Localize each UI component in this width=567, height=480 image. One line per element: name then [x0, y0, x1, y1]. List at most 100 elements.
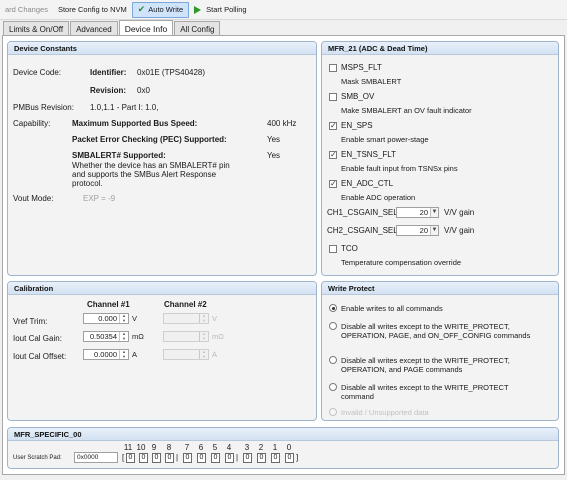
smbalert-label: SMBALERT# Supported:: [72, 151, 166, 160]
smb-ov-desc: Make SMBALERT an OV fault indicator: [341, 106, 472, 115]
msps-flt-checkbox[interactable]: [329, 64, 337, 72]
channel1-header: Channel #1: [87, 300, 130, 309]
smbalert-desc-1: Whether the device has an SMBALERT# pin: [72, 161, 230, 170]
capability-label: Capability:: [13, 119, 51, 128]
bit-6-number: 6: [198, 443, 204, 452]
device-constants-title: Device Constants: [8, 42, 316, 55]
wp-option-enable-all-label: Enable writes to all commands: [341, 304, 443, 313]
en-tsns-flt-checkbox[interactable]: [329, 150, 337, 159]
iout-cal-gain-ch2-input: ▲ ▼: [163, 331, 209, 342]
bit-7-toggle[interactable]: 0: [183, 453, 192, 463]
revision-label: Revision:: [90, 86, 127, 95]
mfr21-panel: MFR_21 (ADC & Dead Time) MSPS_FLT Mask S…: [321, 41, 559, 276]
check-icon: ✔: [137, 4, 146, 14]
bit-4-toggle[interactable]: 0: [225, 453, 234, 463]
wp-option-page-line1: Disable all writes except to the WRITE_P…: [341, 356, 510, 365]
smb-ov-label: SMB_OV: [341, 92, 375, 101]
wp-option-onoff-line2: OPERATION, PAGE, and ON_OFF_CONFIG comma…: [341, 331, 531, 340]
ch1-csgain-label: CH1_CSGAIN_SEL:: [327, 208, 400, 217]
bit-5-toggle[interactable]: 0: [211, 453, 220, 463]
bit-5-number: 5: [212, 443, 218, 452]
bit-1-toggle[interactable]: 0: [271, 453, 280, 463]
bit-1-number: 1: [272, 443, 278, 452]
bit-2-toggle[interactable]: 0: [257, 453, 266, 463]
scratch-pad-input[interactable]: 0x0000: [74, 452, 118, 463]
wp-option-page-line2: OPERATION, and PAGE commands: [341, 365, 463, 374]
channel2-header: Channel #2: [164, 300, 207, 309]
wp-option-enable-all-radio[interactable]: [329, 304, 337, 312]
identifier-label: Identifier:: [90, 68, 127, 77]
smbalert-value: Yes: [267, 151, 281, 160]
bit-8-toggle[interactable]: 0: [165, 453, 174, 463]
iout-cal-gain-ch1-input[interactable]: 0.50354 ▲ ▼: [83, 331, 129, 342]
iout-cal-offset-ch1-value: 0.0000: [94, 350, 117, 359]
wp-option-invalid-radio: [329, 408, 337, 416]
calibration-panel: Calibration Channel #1 Channel #2 Vref T…: [7, 281, 317, 421]
spinner-icon: ▲ ▼: [199, 349, 208, 359]
msps-flt-desc: Mask SMBALERT: [341, 77, 402, 86]
bit-group-bracket: [: [122, 453, 125, 462]
wp-option-invalid-label: Invalid / Unsupported data: [341, 408, 429, 417]
chevron-down-icon: ▼: [430, 208, 438, 217]
iout-cal-gain-unit: mΩ: [132, 332, 144, 341]
bit-group-bracket: ]: [296, 453, 299, 462]
wp-option-onoff-radio[interactable]: [329, 322, 337, 330]
identifier-value: 0x01E (TPS40428): [137, 68, 206, 77]
bit-10-toggle[interactable]: 0: [139, 453, 148, 463]
bit-6-toggle[interactable]: 0: [197, 453, 206, 463]
tab-limits-on-off[interactable]: Limits & On/Off: [3, 21, 70, 36]
write-protect-title: Write Protect: [322, 282, 558, 295]
bit-0-toggle[interactable]: 0: [285, 453, 294, 463]
wp-option-onoff-line1: Disable all writes except to the WRITE_P…: [341, 322, 510, 331]
bit-0-number: 0: [286, 443, 292, 452]
discard-changes-button[interactable]: ard Changes: [0, 2, 53, 18]
wp-option-wp-only-radio[interactable]: [329, 383, 337, 391]
en-tsns-flt-label: EN_TSNS_FLT: [341, 150, 396, 159]
spinner-icon[interactable]: ▲ ▼: [119, 331, 128, 341]
tab-advanced[interactable]: Advanced: [70, 21, 118, 36]
tab-pane: Device Constants Device Code: Identifier…: [2, 35, 565, 475]
vref-trim-ch1-input[interactable]: 0.000 ▲ ▼: [83, 313, 129, 324]
toolbar: ard Changes Store Config to NVM ✔ Auto W…: [0, 0, 567, 20]
iout-cal-gain-ch1-value: 0.50354: [89, 332, 117, 341]
en-adc-ctl-label: EN_ADC_CTL: [341, 179, 394, 188]
ch2-csgain-value: 20: [419, 226, 428, 235]
mfr21-title: MFR_21 (ADC & Dead Time): [322, 42, 558, 55]
bit-11-toggle[interactable]: 0: [126, 453, 135, 463]
tab-device-info[interactable]: Device Info: [118, 20, 174, 36]
mfr-specific-title: MFR_SPECIFIC_00: [8, 428, 558, 441]
start-polling-button[interactable]: Start Polling: [189, 2, 251, 18]
tab-all-config[interactable]: All Config: [174, 21, 221, 36]
iout-cal-offset-unit: A: [132, 350, 138, 359]
msps-flt-label: MSPS_FLT: [341, 63, 382, 72]
smb-ov-checkbox[interactable]: [329, 93, 337, 101]
chevron-down-icon: ▼: [430, 226, 438, 235]
smbalert-desc-2: and supports the SMBus Alert Response: [72, 170, 217, 179]
bit-3-toggle[interactable]: 0: [243, 453, 252, 463]
auto-write-toggle[interactable]: ✔ Auto Write: [131, 1, 190, 18]
tco-checkbox[interactable]: [329, 245, 337, 253]
wp-option-page-radio[interactable]: [329, 356, 337, 364]
ch1-csgain-value: 20: [419, 208, 428, 217]
ch2-csgain-label: CH2_CSGAIN_SEL:: [327, 226, 400, 235]
scratch-pad-label: User Scratch Pad:: [13, 455, 62, 461]
ch2-csgain-unit: V/V gain: [444, 226, 475, 235]
write-protect-panel: Write Protect Enable writes to all comma…: [321, 281, 559, 421]
ch1-csgain-select[interactable]: 20 ▼: [396, 207, 439, 218]
iout-cal-offset-ch1-input[interactable]: 0.0000 ▲ ▼: [83, 349, 129, 360]
en-sps-label: EN_SPS: [341, 121, 373, 130]
spinner-icon[interactable]: ▲ ▼: [119, 313, 128, 323]
store-config-nvm-button[interactable]: Store Config to NVM: [53, 2, 132, 18]
vref-trim-ch2-unit: V: [212, 314, 218, 323]
iout-cal-gain-ch2-unit: mΩ: [212, 332, 224, 341]
en-adc-ctl-checkbox[interactable]: [329, 179, 337, 188]
vout-mode-label: Vout Mode:: [13, 194, 54, 203]
spinner-icon[interactable]: ▲ ▼: [119, 349, 128, 359]
vref-trim-ch2-input: ▲ ▼: [163, 313, 209, 324]
ch2-csgain-select[interactable]: 20 ▼: [396, 225, 439, 236]
max-bus-speed-label: Maximum Supported Bus Speed:: [72, 119, 198, 128]
calibration-title: Calibration: [8, 282, 316, 295]
en-sps-checkbox[interactable]: [329, 121, 337, 130]
en-sps-desc: Enable smart power-stage: [341, 135, 429, 144]
bit-9-toggle[interactable]: 0: [152, 453, 161, 463]
